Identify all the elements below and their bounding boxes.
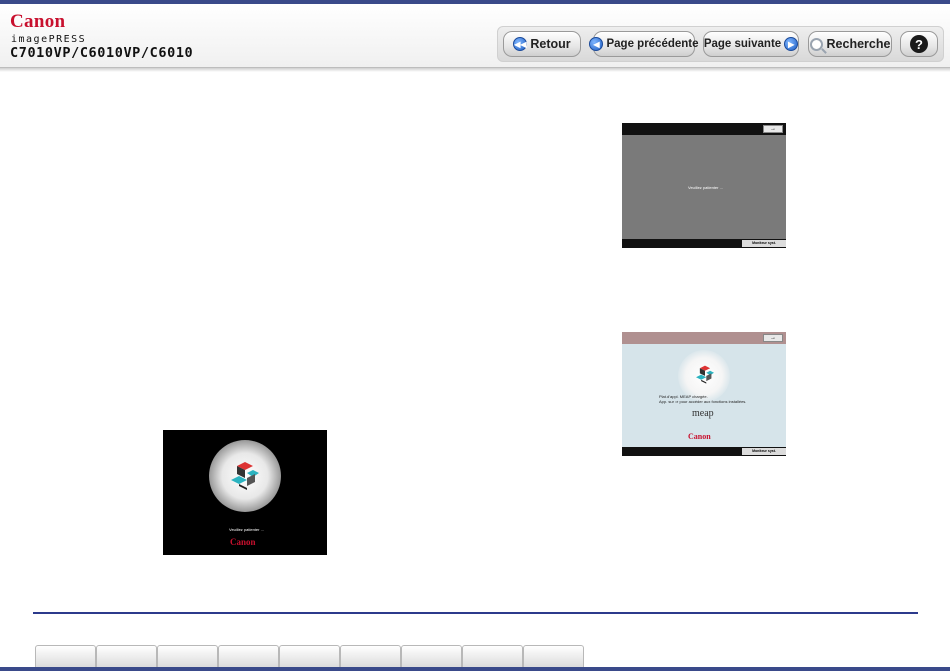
screen-top-bar [622,123,786,135]
meap-logo: meap [692,408,714,419]
footer-tabs [35,645,584,667]
meap-canon-logo: Canon [688,432,711,441]
next-page-label: Page suivante [703,38,782,50]
prev-page-button[interactable]: ◀ Page précédente [589,31,699,57]
waiting-screen-image: → Veuillez patienter ... Moniteur syst. [622,123,786,248]
system-monitor-button: Moniteur syst. [742,240,786,247]
startup-message: Veuillez patienter ... [229,527,264,532]
footer-tab[interactable] [462,645,523,667]
next-page-button[interactable]: Page suivante ▶ [703,31,799,57]
prev-page-label: Page précédente [606,38,699,50]
rewind-icon: ◀◀ [513,37,528,51]
search-button[interactable]: Recherche [808,31,892,57]
search-icon [809,37,823,51]
footer-tab[interactable] [96,645,157,667]
footer-tab[interactable] [218,645,279,667]
startup-canon-logo: Canon [230,537,256,547]
meap-message-line2: App. sur ⇒ pour accéder aux fonctions in… [659,399,747,404]
product-model: C7010VP/C6010VP/C6010 [10,45,194,61]
footer-tab[interactable] [523,645,584,667]
footer-tab[interactable] [157,645,218,667]
footer-tab[interactable] [340,645,401,667]
startup-screen-image: Veuillez patienter ... Canon [163,430,327,555]
screen-arrow-button: → [763,125,783,133]
footer-tab[interactable] [35,645,96,667]
meap-cube-icon [231,462,259,490]
bottom-accent-bar [0,667,950,671]
help-button[interactable]: ? [900,31,938,57]
footer-tab[interactable] [279,645,340,667]
back-button[interactable]: ◀◀ Retour [503,31,581,57]
back-button-label: Retour [530,37,571,51]
search-label: Recherche [826,37,891,51]
arrow-left-icon: ◀ [589,37,604,51]
meap-screen-image: → Plat.d'appl. MEAP chargée. App. sur ⇒ … [622,332,786,456]
footer-tab[interactable] [401,645,462,667]
brand-logo: Canon [10,11,66,32]
footer-divider [33,612,918,614]
header-shadow [0,68,950,72]
waiting-message: Veuillez patienter ... [688,185,723,190]
arrow-right-icon: ▶ [784,37,799,51]
screen-arrow-button: → [763,334,783,342]
system-monitor-button: Moniteur syst. [742,448,786,455]
product-line: imagePRESS [11,34,87,45]
meap-cube-icon [696,365,714,384]
help-icon: ? [910,35,928,53]
screen-top-bar [622,332,786,344]
